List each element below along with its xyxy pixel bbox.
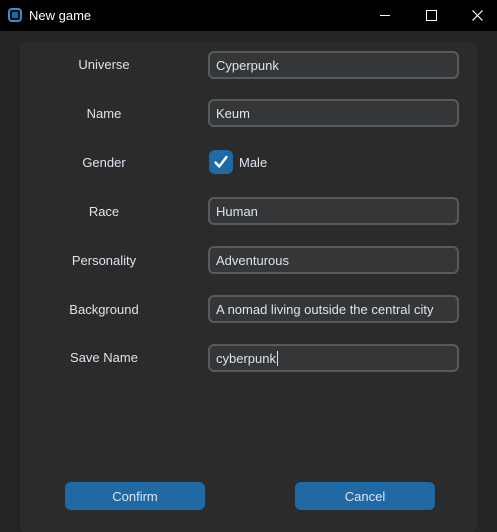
text-cursor [276,350,278,366]
race-label: Race [88,204,120,219]
save-name-input[interactable]: cyberpunk [208,344,459,372]
universe-label: Universe [78,57,130,72]
race-input[interactable]: Human [208,197,459,225]
maximize-icon [425,10,437,21]
background-label: Background [69,302,139,317]
gender-male-label[interactable]: Male [239,155,267,171]
minimize-button[interactable] [362,0,408,31]
confirm-button[interactable]: Confirm [65,482,205,510]
background-value: A nomad living outside the central city [216,301,434,317]
app-window-icon [8,8,22,22]
name-input[interactable]: Keum [208,99,459,127]
personality-value: Adventurous [216,252,289,268]
personality-input[interactable]: Adventurous [208,246,459,274]
race-value: Human [216,203,258,219]
cancel-button[interactable]: Cancel [295,482,435,510]
name-value: Keum [216,105,250,121]
background-input[interactable]: A nomad living outside the central city [208,295,459,323]
gender-male-checkbox[interactable] [209,150,233,174]
save-name-label: Save Name [70,350,138,365]
checkmark-icon [214,155,228,168]
maximize-button[interactable] [408,0,454,31]
minimize-icon [380,15,390,16]
personality-label: Personality [71,253,137,268]
save-name-value: cyberpunk [216,350,276,366]
window-title: New game [29,8,92,23]
title-bar[interactable]: New game [0,0,497,31]
universe-value: Cyperpunk [216,57,279,73]
gender-label: Gender [82,155,126,170]
name-label: Name [86,106,122,121]
universe-input[interactable]: Cyperpunk [208,51,459,79]
close-icon [471,10,483,21]
close-button[interactable] [454,0,497,31]
